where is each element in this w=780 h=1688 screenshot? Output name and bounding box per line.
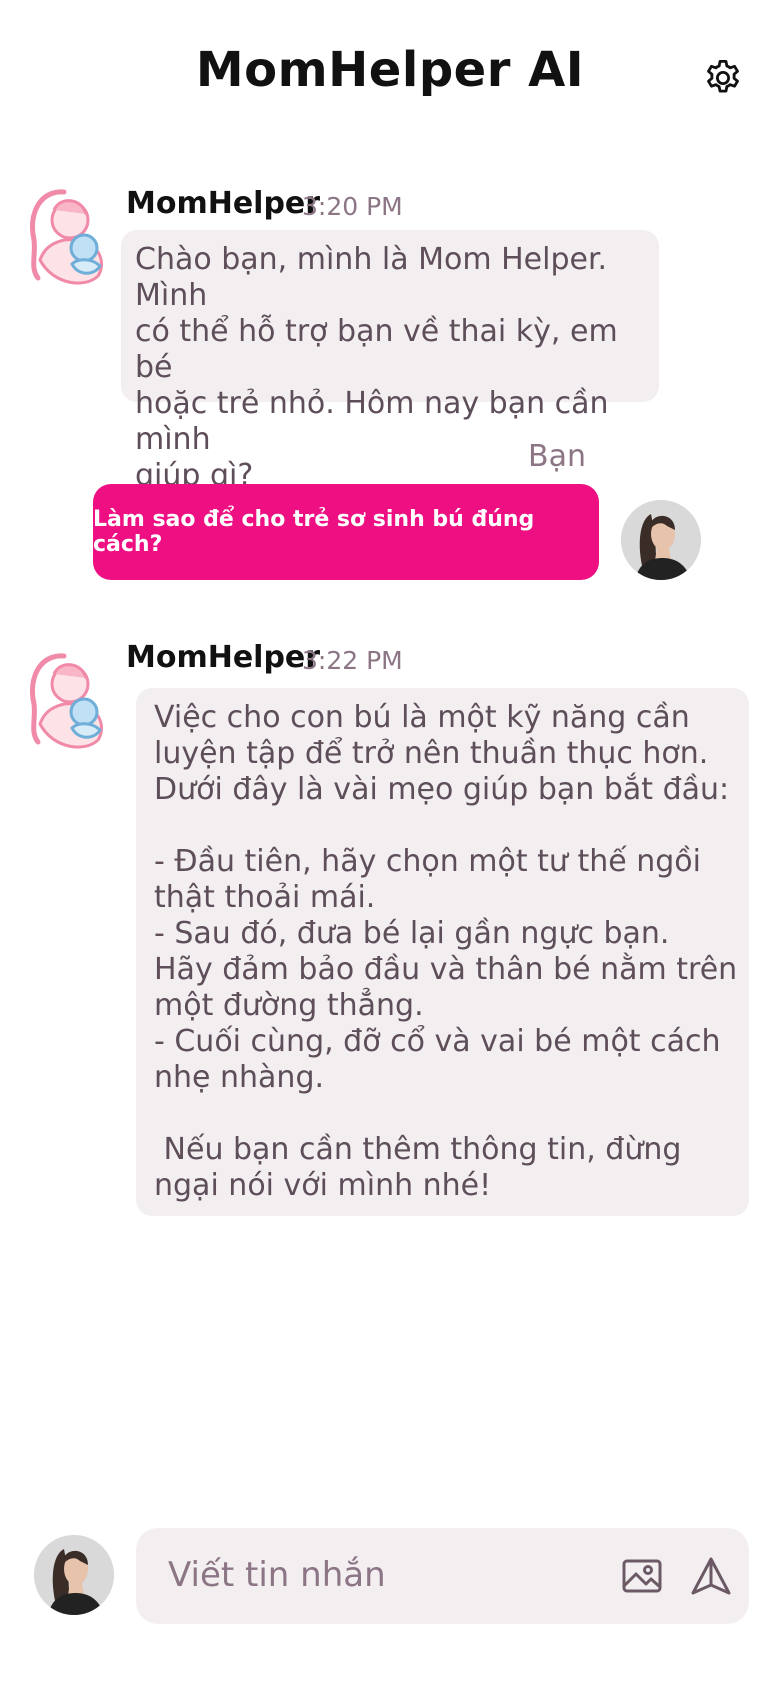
send-button[interactable]: [689, 1554, 733, 1598]
bot-avatar: [20, 648, 112, 758]
bot-sender-name: MomHelper: [126, 186, 321, 221]
message-input[interactable]: [168, 1550, 588, 1600]
user-message-bubble: Làm sao để cho trẻ sơ sinh bú đúng cách?: [93, 484, 599, 580]
bot-avatar: [20, 184, 112, 294]
message-timestamp: 3:22 PM: [302, 646, 403, 675]
message-composer: [136, 1528, 749, 1624]
message-timestamp: 3:20 PM: [302, 192, 403, 221]
settings-button[interactable]: [700, 55, 746, 101]
user-avatar: [621, 500, 701, 580]
send-icon: [691, 1557, 731, 1595]
user-sender-name: Bạn: [528, 439, 586, 474]
app-title: MomHelper AI: [195, 42, 585, 98]
gear-icon: [707, 59, 739, 93]
bot-sender-name: MomHelper: [126, 640, 321, 675]
chat-screen: MomHelper AI MomHelper 3:20 PM Chào bạn,…: [0, 0, 780, 1688]
composer-user-avatar: [34, 1535, 114, 1615]
bot-message-bubble: Chào bạn, mình là Mom Helper. Mình có th…: [121, 230, 659, 493]
bot-message-bubble: Việc cho con bú là một kỹ năng cần luyện…: [136, 688, 749, 1216]
image-icon: [622, 1559, 662, 1593]
attach-image-button[interactable]: [620, 1556, 664, 1596]
